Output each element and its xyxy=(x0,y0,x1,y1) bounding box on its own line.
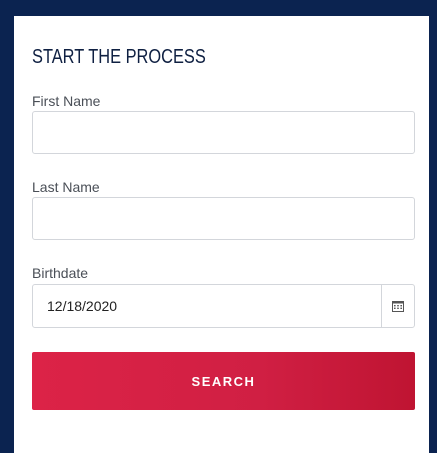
last-name-label: Last Name xyxy=(32,179,100,195)
first-name-input[interactable] xyxy=(32,111,415,154)
first-name-label: First Name xyxy=(32,93,101,109)
search-button[interactable]: SEARCH xyxy=(32,352,415,410)
search-form-card: START THE PROCESS First Name Last Name B… xyxy=(14,16,429,453)
last-name-input[interactable] xyxy=(32,197,415,240)
birthdate-value: 12/18/2020 xyxy=(47,298,118,314)
calendar-icon[interactable] xyxy=(381,285,414,327)
birthdate-input[interactable]: 12/18/2020 xyxy=(32,284,415,328)
form-title: START THE PROCESS xyxy=(32,46,206,68)
birthdate-label: Birthdate xyxy=(32,265,89,281)
